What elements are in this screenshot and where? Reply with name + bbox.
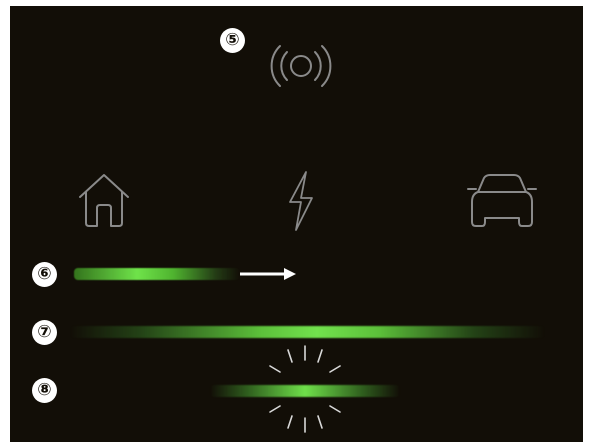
full-width-charging-bar bbox=[70, 326, 545, 338]
marker-8: ⑧ bbox=[32, 378, 57, 403]
marker-6: ⑥ bbox=[32, 262, 57, 287]
charging-diagram-panel: ⑤ ⑥ ⑦ ⑧ bbox=[10, 6, 583, 442]
marker-5: ⑤ bbox=[220, 28, 245, 53]
sparkle-rays-icon bbox=[262, 402, 348, 434]
sparkle-rays-icon bbox=[262, 344, 348, 376]
wireless-signal-icon bbox=[266, 42, 336, 92]
house-icon bbox=[74, 170, 134, 230]
car-icon bbox=[464, 172, 540, 230]
right-arrow-icon bbox=[240, 265, 298, 283]
pulsing-charging-bar bbox=[210, 385, 400, 397]
lightning-bolt-icon bbox=[284, 170, 318, 232]
marker-7: ⑦ bbox=[32, 320, 57, 345]
figure-frame: ⑤ ⑥ ⑦ ⑧ bbox=[0, 0, 593, 446]
charging-progress-bar bbox=[74, 268, 240, 280]
